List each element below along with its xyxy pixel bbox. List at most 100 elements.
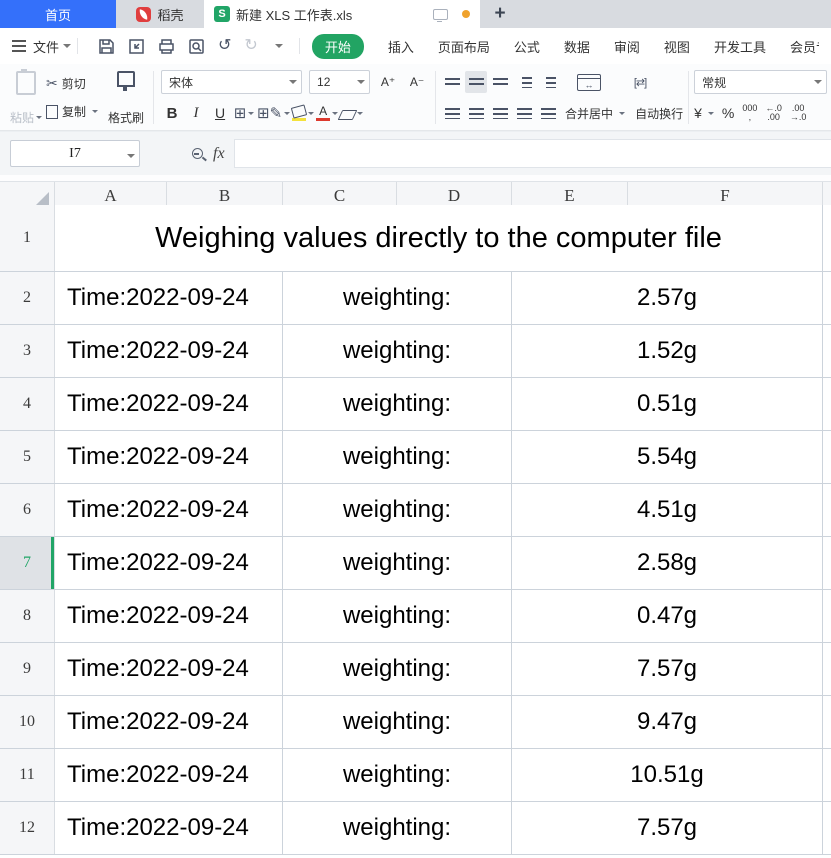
row-header-5[interactable]: 5 — [0, 431, 55, 483]
weight-value-cell[interactable]: 7.57g — [512, 802, 823, 854]
percent-button[interactable]: % — [722, 105, 734, 121]
weight-value-cell[interactable]: 9.47g — [512, 696, 823, 748]
tab-formulas[interactable]: 公式 — [514, 37, 540, 56]
time-cell[interactable]: Time:2022-09-24 — [55, 643, 283, 695]
font-size-select[interactable]: 12 — [309, 70, 370, 94]
weighting-label-cell[interactable]: weighting: — [283, 484, 512, 536]
grid-sliver[interactable] — [823, 537, 831, 589]
weighting-label-cell[interactable]: weighting: — [283, 378, 512, 430]
weight-value-cell[interactable]: 2.58g — [512, 537, 823, 589]
row-header-4[interactable]: 4 — [0, 378, 55, 430]
align-right-button[interactable] — [489, 102, 511, 124]
cut-button[interactable]: ✂ 剪切 — [46, 73, 98, 93]
tab-membership[interactable]: 会员专享 — [790, 37, 819, 56]
time-cell[interactable]: Time:2022-09-24 — [55, 325, 283, 377]
align-left-button[interactable] — [441, 102, 463, 124]
row-header-6[interactable]: 6 — [0, 484, 55, 536]
home-tab[interactable]: 首页 — [0, 0, 116, 28]
weighting-label-cell[interactable]: weighting: — [283, 431, 512, 483]
wrap-text-icon-button[interactable]: [⇄] — [629, 71, 651, 93]
row-header-11[interactable]: 11 — [0, 749, 55, 801]
eraser-button[interactable] — [340, 102, 363, 124]
print-icon[interactable] — [158, 38, 175, 55]
grid-sliver[interactable] — [823, 696, 831, 748]
save-icon[interactable] — [98, 38, 115, 55]
weight-value-cell[interactable]: 1.52g — [512, 325, 823, 377]
export-icon[interactable] — [128, 38, 145, 55]
weight-value-cell[interactable]: 0.47g — [512, 590, 823, 642]
time-cell[interactable]: Time:2022-09-24 — [55, 272, 283, 324]
formula-input[interactable] — [234, 139, 831, 168]
grid-sliver[interactable] — [823, 643, 831, 695]
file-menu[interactable]: 文件 — [33, 37, 59, 56]
weighting-label-cell[interactable]: weighting: — [283, 590, 512, 642]
time-cell[interactable]: Time:2022-09-24 — [55, 431, 283, 483]
number-format-select[interactable]: 常规 — [694, 70, 827, 94]
increase-font-size-button[interactable]: A⁺ — [377, 71, 399, 93]
time-cell[interactable]: Time:2022-09-24 — [55, 749, 283, 801]
row-header-12[interactable]: 12 — [0, 802, 55, 854]
increase-indent-button[interactable] — [537, 71, 559, 93]
fill-color-button[interactable] — [292, 102, 314, 124]
weighting-label-cell[interactable]: weighting: — [283, 272, 512, 324]
justify-button[interactable] — [513, 102, 535, 124]
row-header-9[interactable]: 9 — [0, 643, 55, 695]
tab-page-layout[interactable]: 页面布局 — [438, 37, 490, 56]
new-tab-button[interactable]: + — [480, 0, 520, 28]
time-cell[interactable]: Time:2022-09-24 — [55, 484, 283, 536]
row-header-8[interactable]: 8 — [0, 590, 55, 642]
bold-button[interactable]: B — [161, 102, 183, 124]
weighting-label-cell[interactable]: weighting: — [283, 802, 512, 854]
draw-border-button[interactable]: ⊞✎ — [257, 102, 290, 124]
time-cell[interactable]: Time:2022-09-24 — [55, 378, 283, 430]
italic-button[interactable]: I — [185, 102, 207, 124]
grid-sliver[interactable] — [823, 802, 831, 854]
grid-sliver[interactable] — [823, 749, 831, 801]
file-menu-caret-icon[interactable] — [63, 44, 71, 52]
borders-button[interactable]: ⊞ — [233, 102, 255, 124]
merge-center-button[interactable]: 合并居中 — [565, 103, 625, 123]
row-header-1[interactable]: 1 — [0, 205, 55, 271]
insert-function-button[interactable]: fx — [213, 145, 225, 163]
font-name-select[interactable]: 宋体 — [161, 70, 302, 94]
decrease-font-size-button[interactable]: A⁻ — [406, 71, 428, 93]
distribute-button[interactable] — [537, 102, 559, 124]
time-cell[interactable]: Time:2022-09-24 — [55, 537, 283, 589]
tab-insert[interactable]: 插入 — [388, 37, 414, 56]
row-header-3[interactable]: 3 — [0, 325, 55, 377]
undo-icon[interactable]: ↺ — [218, 38, 231, 54]
time-cell[interactable]: Time:2022-09-24 — [55, 590, 283, 642]
decrease-indent-button[interactable] — [513, 71, 535, 93]
monitor-icon[interactable] — [433, 9, 448, 20]
print-preview-icon[interactable] — [188, 38, 205, 55]
merge-cells-icon-button[interactable]: ↔ — [577, 71, 601, 93]
currency-button[interactable]: ¥ — [694, 103, 714, 123]
weight-value-cell[interactable]: 10.51g — [512, 749, 823, 801]
time-cell[interactable]: Time:2022-09-24 — [55, 696, 283, 748]
grid-sliver[interactable] — [823, 325, 831, 377]
weight-value-cell[interactable]: 7.57g — [512, 643, 823, 695]
grid-sliver[interactable] — [823, 590, 831, 642]
row-header-2[interactable]: 2 — [0, 272, 55, 324]
redo-icon[interactable]: ↻ — [244, 38, 257, 54]
name-box[interactable]: I7 — [10, 140, 140, 167]
format-painter-button[interactable]: 格式刷 — [104, 67, 148, 128]
weighting-label-cell[interactable]: weighting: — [283, 325, 512, 377]
tab-home[interactable]: 开始 — [312, 34, 364, 59]
increase-decimal-button[interactable]: ←.0 .00 — [765, 104, 782, 122]
tab-data[interactable]: 数据 — [564, 37, 590, 56]
tab-review[interactable]: 审阅 — [614, 37, 640, 56]
grid-sliver[interactable] — [823, 272, 831, 324]
search-icon[interactable] — [192, 148, 203, 159]
time-cell[interactable]: Time:2022-09-24 — [55, 802, 283, 854]
weighting-label-cell[interactable]: weighting: — [283, 749, 512, 801]
row-header-10[interactable]: 10 — [0, 696, 55, 748]
row-header-7[interactable]: 7 — [0, 537, 55, 589]
weighting-label-cell[interactable]: weighting: — [283, 537, 512, 589]
thousands-separator-button[interactable]: 000 , — [742, 104, 757, 122]
weight-value-cell[interactable]: 4.51g — [512, 484, 823, 536]
weighting-label-cell[interactable]: weighting: — [283, 696, 512, 748]
docer-tab[interactable]: 稻壳 — [116, 0, 204, 28]
quick-toolbar-more-caret-icon[interactable] — [275, 44, 283, 52]
weight-value-cell[interactable]: 5.54g — [512, 431, 823, 483]
